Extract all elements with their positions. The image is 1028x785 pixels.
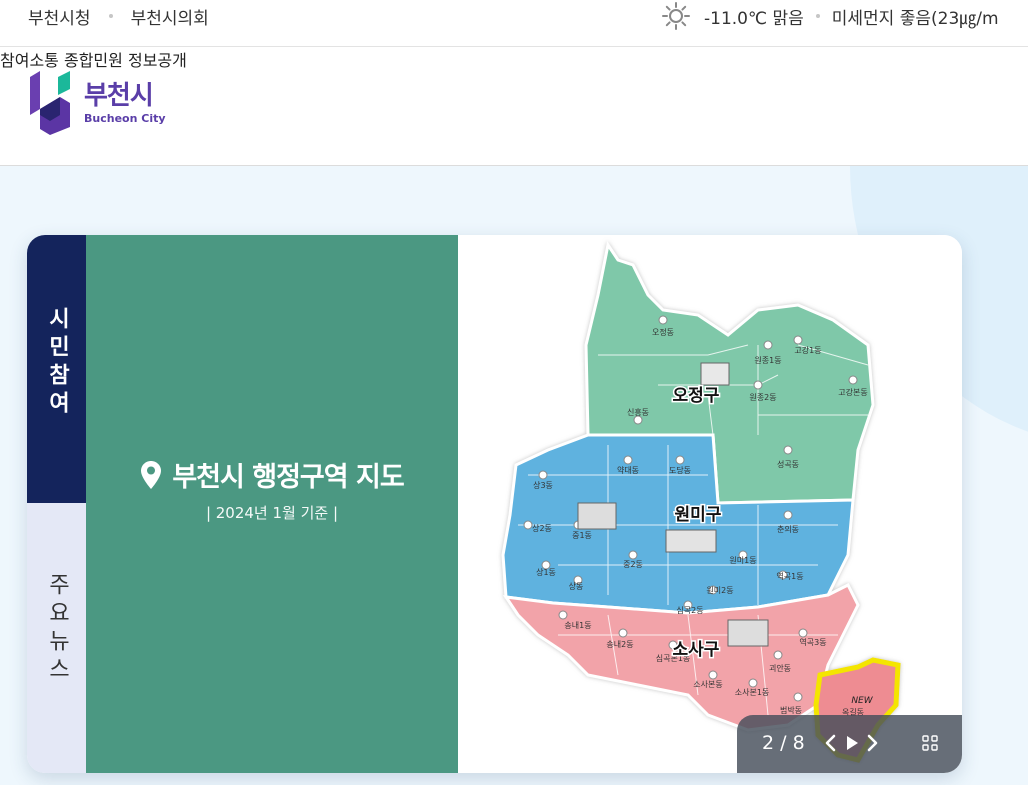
chevron-left-icon xyxy=(825,734,836,752)
play-button[interactable] xyxy=(841,732,863,754)
dong-label: 괴안동 xyxy=(769,663,791,673)
dong-label: 상동 xyxy=(569,581,584,591)
dong-label: 도당동 xyxy=(669,465,691,475)
dong-label: 소사본동 xyxy=(693,680,722,689)
dong-label: 송내1동 xyxy=(564,621,591,630)
nav-info-disclosure[interactable]: 정보공개 xyxy=(128,51,187,70)
district-label-sosa: 소사구 xyxy=(673,640,720,660)
district-map-graphic: 오정동 원종1동 고강1동 원종2동 고강본동 신흥동 성곡동 상3동 약대동 … xyxy=(501,241,901,763)
tab-label: 주요뉴스 xyxy=(44,573,70,685)
dong-label: 원종1동 xyxy=(754,356,781,365)
administrative-map[interactable]: 오정동 원종1동 고강1동 원종2동 고강본동 신흥동 성곡동 상3동 약대동 … xyxy=(458,235,962,773)
view-all-button[interactable] xyxy=(919,732,941,754)
play-icon xyxy=(847,736,858,750)
bucheon-logo[interactable]: 부천시 Bucheon City xyxy=(28,69,166,137)
bucheon-city-hall-link[interactable]: 부천시청 xyxy=(28,4,91,29)
dong-label: 심곡2동 xyxy=(676,605,703,615)
main-navigation: 참여소통 종합민원 정보공개 xyxy=(0,47,1028,71)
dong-label: 고강본동 xyxy=(838,387,867,397)
district-label-ojeong: 오정구 xyxy=(673,386,720,406)
tab-citizen-participation[interactable]: 시민참여 xyxy=(27,235,86,503)
banner-subtitle: | 2024년 1월 기준 | xyxy=(205,504,339,522)
dong-label: 소사본1동 xyxy=(735,688,770,697)
dong-label: 고강1동 xyxy=(794,345,821,355)
nav-civil-service[interactable]: 종합민원 xyxy=(64,51,123,70)
fine-dust-status: 미세먼지 좋음(23㎍/m xyxy=(831,8,999,29)
logo-korean-text: 부천시 xyxy=(84,80,154,111)
weather-temperature: -11.0℃ 맑음 xyxy=(704,8,804,29)
nav-participation[interactable]: 참여소통 xyxy=(0,51,59,70)
dong-label: 성곡동 xyxy=(777,460,799,469)
new-badge: NEW xyxy=(851,696,873,706)
dong-label: 춘의동 xyxy=(777,524,799,534)
slide-counter: 2 / 8 xyxy=(762,732,805,754)
utility-bar: 부천시청 부천시의회 -11.0℃ 맑음 미세먼지 좋음(23㎍/m xyxy=(0,0,1028,47)
location-pin-icon xyxy=(141,460,162,489)
dong-label: 상1동 xyxy=(536,567,556,577)
tab-label: 시민참여 xyxy=(44,307,70,419)
dong-label: 원미1동 xyxy=(729,556,756,565)
dong-label: 송내2동 xyxy=(606,640,633,649)
dong-label: 상2동 xyxy=(532,523,552,533)
sun-icon xyxy=(662,2,690,30)
chevron-right-icon xyxy=(867,734,878,752)
dong-label: 역곡3동 xyxy=(799,637,826,647)
next-slide-button[interactable] xyxy=(861,732,883,754)
dong-label: 원종2동 xyxy=(749,393,776,402)
separator-dot xyxy=(815,14,820,18)
banner-text-panel[interactable]: 부천시 행정구역 지도 | 2024년 1월 기준 | xyxy=(86,235,458,773)
tab-main-news[interactable]: 주요뉴스 xyxy=(27,503,86,773)
district-label-wonmi: 원미구 xyxy=(675,505,722,525)
bucheon-logo-icon xyxy=(30,71,70,135)
banner-title: 부천시 행정구역 지도 xyxy=(172,462,404,493)
dong-label: 역곡1동 xyxy=(776,571,803,581)
dong-label: 중1동 xyxy=(572,531,592,540)
dong-label: 원미2동 xyxy=(706,586,733,595)
dong-label: 약대동 xyxy=(617,465,639,475)
prev-slide-button[interactable] xyxy=(820,732,842,754)
dong-label: 오정동 xyxy=(652,327,674,337)
slider-controls: 2 / 8 xyxy=(737,715,962,773)
banner-card: 시민참여 주요뉴스 부천시 행정구역 지도 | 2024년 1월 기준 | 오정… xyxy=(27,235,962,773)
dong-label: 신흥동 xyxy=(627,407,649,417)
dong-label: 상3동 xyxy=(533,480,553,490)
city-council-link[interactable]: 부천시의회 xyxy=(131,4,209,29)
logo-english-text: Bucheon City xyxy=(84,111,166,125)
separator-dot xyxy=(108,14,113,18)
grid-icon xyxy=(922,735,938,751)
dong-label: 중2동 xyxy=(623,560,643,569)
dong-label: 범박동 xyxy=(780,705,802,715)
site-header: 부천시 Bucheon City 참여소통 종합민원 정보공개 xyxy=(0,47,1028,166)
